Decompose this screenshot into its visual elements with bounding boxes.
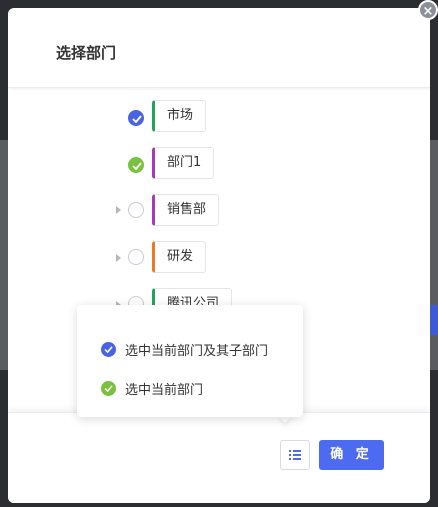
select-department-dialog: 选择部门 市场 部门1 销售部 研发 腾讯公司 确 定 — [8, 8, 430, 503]
list-icon — [289, 450, 301, 460]
tree-node-label[interactable]: 部门1 — [152, 147, 215, 179]
tree-node-label[interactable]: 销售部 — [152, 194, 220, 226]
option-select-current-only[interactable]: 选中当前部门 — [101, 378, 203, 398]
confirm-button[interactable]: 确 定 — [319, 440, 384, 470]
tree-node-label[interactable]: 研发 — [152, 241, 207, 273]
option-select-with-children[interactable]: 选中当前部门及其子部门 — [101, 339, 268, 359]
select-mode-button[interactable] — [280, 440, 310, 470]
option-label: 选中当前部门 — [125, 382, 204, 398]
dialog-header: 选择部门 — [8, 8, 430, 88]
selection-mode-popover: 选中当前部门及其子部门 选中当前部门 — [77, 305, 303, 417]
checkbox-icon[interactable] — [128, 249, 144, 265]
backdrop-strip-right — [430, 140, 438, 370]
checked-circle-icon — [101, 380, 116, 396]
backdrop-strip-left — [0, 140, 8, 370]
option-label: 选中当前部门及其子部门 — [125, 343, 269, 359]
checkbox-checked-icon[interactable] — [128, 110, 144, 126]
dialog-title: 选择部门 — [56, 44, 117, 62]
checked-circle-icon — [101, 341, 116, 357]
checkbox-icon[interactable] — [128, 202, 144, 218]
caret-right-icon[interactable] — [116, 254, 121, 262]
close-button[interactable]: × — [418, 0, 438, 20]
tree-node-label[interactable]: 市场 — [152, 100, 207, 132]
caret-right-icon[interactable] — [116, 206, 121, 214]
checkbox-checked-icon[interactable] — [128, 157, 144, 173]
backdrop-accent — [430, 305, 438, 335]
close-icon: × — [422, 4, 434, 19]
